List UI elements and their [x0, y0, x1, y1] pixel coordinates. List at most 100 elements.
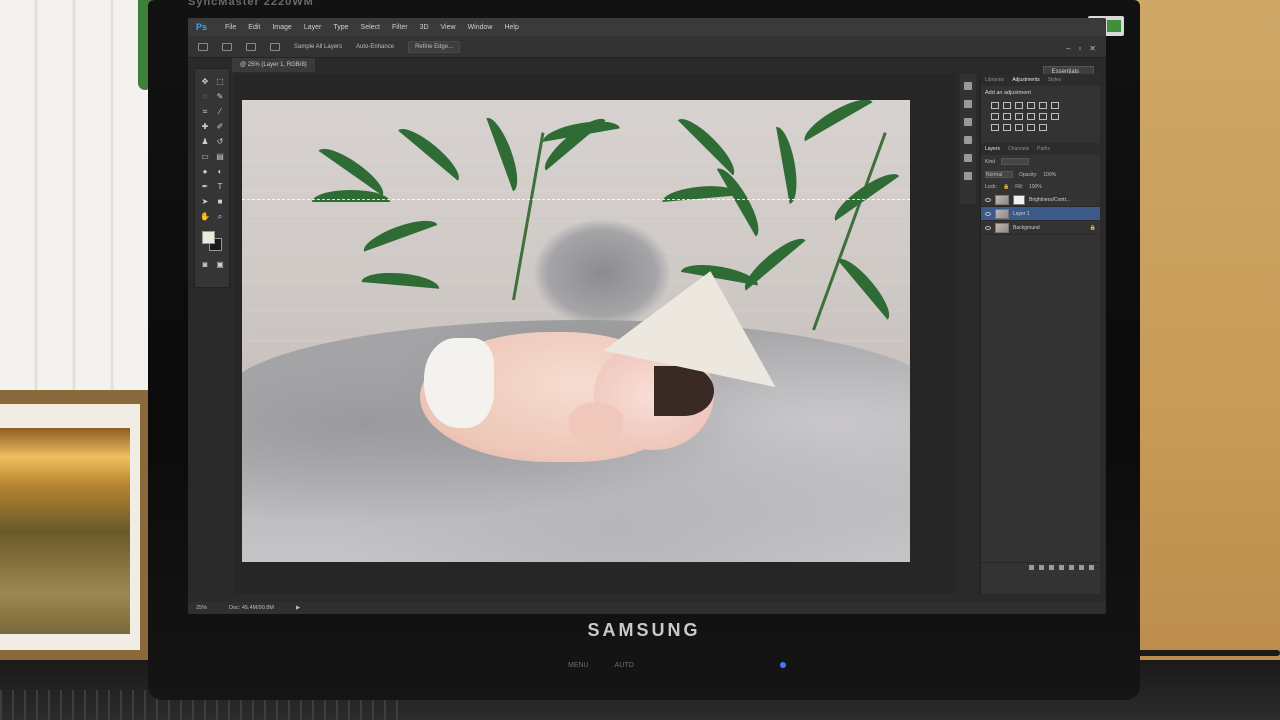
lock-icon[interactable]: 🔒 — [1003, 184, 1009, 190]
filter-kind-select[interactable]: Kind — [985, 159, 995, 165]
gradient-tool-icon[interactable]: ▤ — [215, 152, 225, 162]
play-panel-icon[interactable] — [964, 100, 972, 108]
eyedropper-tool-icon[interactable]: ⁄ — [215, 107, 225, 117]
dodge-tool-icon[interactable]: ◐ — [215, 167, 225, 177]
zoom-tool-icon[interactable]: ⌕ — [215, 212, 225, 222]
layer-row[interactable]: Brightness/Contr... — [981, 193, 1100, 207]
blur-tool-icon[interactable]: ● — [200, 167, 210, 177]
vibrance-adjustment-icon[interactable] — [1039, 102, 1047, 109]
brush-panel-icon[interactable] — [964, 136, 972, 144]
fill-input[interactable]: 100% — [1029, 184, 1042, 190]
type-tool-icon[interactable]: T — [215, 182, 225, 192]
status-arrow-icon[interactable]: ▶ — [296, 605, 300, 611]
sample-all-layers-checkbox[interactable]: Sample All Layers — [294, 44, 342, 50]
quick-selection-tool-icon[interactable] — [198, 42, 208, 51]
zoom-level[interactable]: 25% — [196, 605, 207, 611]
menu-type[interactable]: Type — [333, 24, 348, 31]
tab-paths[interactable]: Paths — [1037, 146, 1050, 152]
quick-select-tool-icon[interactable]: ✎ — [215, 92, 225, 102]
menu-3d[interactable]: 3D — [420, 24, 429, 31]
new-group-icon[interactable] — [1069, 565, 1074, 570]
layer-row[interactable]: Background 🔒 — [981, 221, 1100, 235]
menu-help[interactable]: Help — [504, 24, 518, 31]
hue-adjustment-icon[interactable] — [991, 113, 999, 120]
layer-row[interactable]: Layer 1 — [981, 207, 1100, 221]
menu-image[interactable]: Image — [272, 24, 291, 31]
eraser-tool-icon[interactable]: ▭ — [200, 152, 210, 162]
opacity-input[interactable]: 100% — [1043, 172, 1056, 178]
auto-hardware-button[interactable]: AUTO — [615, 662, 634, 669]
subtract-from-selection-icon[interactable] — [270, 42, 280, 51]
healing-tool-icon[interactable]: ✚ — [200, 122, 210, 132]
fx-icon[interactable] — [1039, 565, 1044, 570]
brush-tool-icon[interactable]: ✐ — [215, 122, 225, 132]
screen-mode-icon[interactable]: ▣ — [215, 260, 225, 270]
menu-filter[interactable]: Filter — [392, 24, 408, 31]
new-layer-icon[interactable] — [1079, 565, 1084, 570]
visibility-eye-icon[interactable] — [985, 211, 991, 216]
foreground-color-swatch[interactable] — [202, 231, 215, 244]
visibility-eye-icon[interactable] — [985, 197, 991, 202]
refine-edge-button[interactable]: Refine Edge... — [408, 40, 461, 53]
tab-styles[interactable]: Styles — [1048, 77, 1062, 83]
curves-adjustment-icon[interactable] — [1015, 102, 1023, 109]
add-to-selection-icon[interactable] — [246, 42, 256, 51]
auto-enhance-checkbox[interactable]: Auto-Enhance — [356, 44, 394, 50]
history-brush-icon[interactable]: ↺ — [215, 137, 225, 147]
tab-channels[interactable]: Channels — [1008, 146, 1029, 152]
crop-tool-icon[interactable]: ⌗ — [200, 107, 210, 117]
color-balance-adjustment-icon[interactable] — [1003, 113, 1011, 120]
marquee-tool-icon[interactable]: ⬚ — [215, 77, 225, 87]
menu-layer[interactable]: Layer — [304, 24, 322, 31]
close-icon[interactable]: ✕ — [1089, 44, 1096, 53]
new-adjustment-icon[interactable] — [1059, 565, 1064, 570]
tab-libraries[interactable]: Libraries — [985, 77, 1004, 83]
stamp-tool-icon[interactable]: ♟ — [200, 137, 210, 147]
color-lookup-adjustment-icon[interactable] — [1051, 113, 1059, 120]
character-panel-icon[interactable] — [964, 154, 972, 162]
shape-tool-icon[interactable]: ■ — [215, 197, 225, 207]
layer-mask-thumbnail[interactable] — [1013, 194, 1025, 205]
restore-icon[interactable]: ▫ — [1078, 44, 1081, 53]
brightness-adjustment-icon[interactable] — [991, 102, 999, 109]
new-selection-icon[interactable] — [222, 42, 232, 51]
tab-layers[interactable]: Layers — [985, 146, 1000, 152]
trash-icon[interactable] — [1089, 565, 1094, 570]
path-select-tool-icon[interactable]: ➤ — [200, 197, 210, 207]
menu-edit[interactable]: Edit — [248, 24, 260, 31]
exposure-adjustment-icon[interactable] — [1027, 102, 1035, 109]
menu-select[interactable]: Select — [361, 24, 380, 31]
add-mask-icon[interactable] — [1049, 565, 1054, 570]
posterize-adjustment-icon[interactable] — [1003, 124, 1011, 131]
canvas-area[interactable] — [234, 74, 956, 594]
filter-field[interactable] — [1001, 158, 1030, 165]
pen-tool-icon[interactable]: ✒ — [200, 182, 210, 192]
link-layers-icon[interactable] — [1029, 565, 1034, 570]
document-tab[interactable]: @ 25% (Layer 1, RGB/8) — [232, 58, 315, 72]
menu-view[interactable]: View — [441, 24, 456, 31]
levels-adjustment-icon[interactable] — [1003, 102, 1011, 109]
move-tool-icon[interactable]: ✥ — [200, 77, 210, 87]
color-panel-icon[interactable] — [964, 172, 972, 180]
properties-panel-icon[interactable] — [964, 118, 972, 126]
gradient-adjustment-icon[interactable] — [1051, 102, 1059, 109]
photo-filter-adjustment-icon[interactable] — [1027, 113, 1035, 120]
invert-adjustment-icon[interactable] — [991, 124, 999, 131]
menu-window[interactable]: Window — [468, 24, 493, 31]
minimize-icon[interactable]: – — [1066, 44, 1070, 53]
channel-mixer-adjustment-icon[interactable] — [1039, 113, 1047, 120]
bw-adjustment-icon[interactable] — [1015, 113, 1023, 120]
gradient-map-adjustment-icon[interactable] — [1027, 124, 1035, 131]
menu-hardware-button[interactable]: MENU — [568, 662, 589, 669]
hand-tool-icon[interactable]: ✋ — [200, 212, 210, 222]
document-canvas[interactable] — [242, 100, 910, 562]
visibility-eye-icon[interactable] — [985, 225, 991, 230]
selective-color-adjustment-icon[interactable] — [1039, 124, 1047, 131]
quick-mask-icon[interactable]: ◙ — [200, 260, 210, 270]
blend-mode-select[interactable]: Normal — [985, 171, 1013, 178]
threshold-adjustment-icon[interactable] — [1015, 124, 1023, 131]
history-panel-icon[interactable] — [964, 82, 972, 90]
lasso-tool-icon[interactable]: ◌ — [200, 92, 210, 102]
color-swatches[interactable] — [200, 231, 225, 255]
menu-file[interactable]: File — [225, 24, 236, 31]
